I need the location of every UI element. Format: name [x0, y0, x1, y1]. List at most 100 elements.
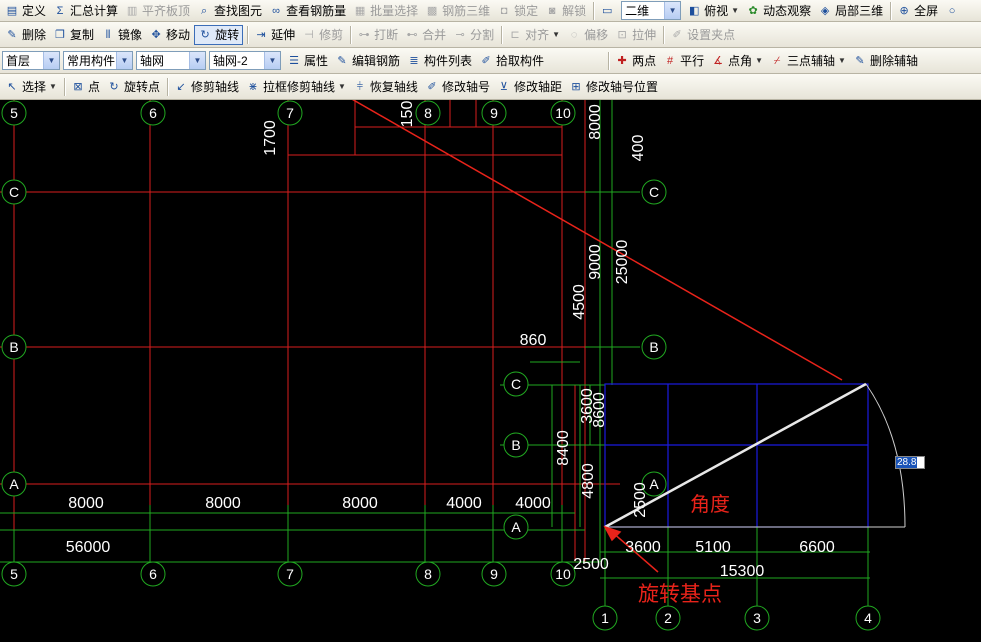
axis-label: 9 [490, 105, 498, 121]
dim-text: 1700 [262, 120, 279, 156]
separator [166, 77, 168, 96]
delete-button[interactable]: ✎ 删除 [2, 25, 49, 45]
search-button[interactable]: ○ [942, 1, 965, 21]
chevron-down-icon: ▼ [755, 56, 764, 65]
trim-axis-button[interactable]: ↙ 修剪轴线 [171, 77, 242, 97]
dim-text: 8600 [591, 392, 608, 428]
separator [63, 77, 65, 96]
dim-text: 8000 [587, 104, 604, 140]
align-slab-button[interactable]: ▥ 平齐板顶 [122, 1, 193, 21]
move-button[interactable]: ✥ 移动 [146, 25, 193, 45]
find-icon: ⌕ [200, 4, 208, 17]
two-point-axis-button[interactable]: ✚ 两点 [612, 51, 659, 71]
dim-text: 6600 [799, 539, 835, 556]
trim-axis-icon: ↙ [176, 80, 186, 93]
offset-button[interactable]: ◌ 偏移 [564, 25, 611, 45]
col-label: 1 [601, 610, 609, 626]
rotation-preview [604, 382, 906, 529]
dim-text: 4000 [446, 495, 482, 512]
parallel-icon: # [667, 54, 674, 67]
parallel-axis-button[interactable]: # 平行 [660, 51, 707, 71]
view-mode-icon: ▭ [601, 4, 613, 17]
edit-rebar-icon: ✎ [337, 54, 347, 67]
top-view-button[interactable]: ◧ 俯视 ▼ [684, 1, 742, 21]
cad-drawing[interactable]: 5 6 7 8 9 10 5 6 7 8 9 10 C B A C B C B … [0, 100, 981, 642]
dim-text: 2500 [573, 556, 609, 573]
edit-axis-spacing-icon: ⊻ [499, 80, 508, 93]
lock-icon: ◘ [500, 4, 508, 17]
batch-select-button[interactable]: ▦ 批量选择 [350, 1, 421, 21]
property-icon: ☰ [289, 54, 299, 67]
set-grip-button[interactable]: ✐ 设置夹点 [667, 25, 738, 45]
drawing-canvas[interactable]: 5 6 7 8 9 10 5 6 7 8 9 10 C B A C B C B … [0, 100, 981, 642]
orbit-button[interactable]: ✿ 动态观察 [743, 1, 814, 21]
rebar-3d-button[interactable]: ▩ 钢筋三维 [422, 1, 493, 21]
box-trim-axis-icon: ⋇ [248, 80, 258, 93]
row-label: A [649, 476, 659, 492]
trim-icon: ⊣ [304, 28, 314, 41]
type-select[interactable]: 轴网 ▼ [136, 51, 206, 70]
vertical-dimension-texts: 1700 150 8000 400 9000 25000 4500 3600 8… [262, 101, 649, 518]
lock-button[interactable]: ◘ 锁定 [494, 1, 541, 21]
instance-select[interactable]: 轴网-2 ▼ [209, 51, 281, 70]
separator [350, 25, 352, 44]
stretch-button[interactable]: ⊡ 拉伸 [612, 25, 659, 45]
chevron-down-icon: ▼ [838, 56, 846, 65]
rotate-point-button[interactable]: ↻ 旋转点 [104, 77, 163, 97]
component-list-button[interactable]: ≣ 构件列表 [404, 51, 475, 71]
property-button[interactable]: ☰ 属性 [284, 51, 331, 71]
mirror-button[interactable]: ⫴ 镜像 [98, 25, 145, 45]
find-element-button[interactable]: ⌕ 查找图元 [194, 1, 265, 21]
batch-select-icon: ▦ [354, 4, 366, 17]
align-button[interactable]: ⊏ 对齐 ▼ [505, 25, 563, 45]
axis-number-position-button[interactable]: ⊞ 修改轴号位置 [566, 77, 661, 97]
pick-component-button[interactable]: ✐ 拾取构件 [476, 51, 547, 71]
row-labels: C B A C B C B A A 1 2 3 4 [9, 184, 872, 626]
separator [247, 25, 249, 44]
edit-axis-spacing-button[interactable]: ⊻ 修改轴距 [494, 77, 565, 97]
unlock-button[interactable]: ◙ 解锁 [542, 1, 589, 21]
view-rebar-button[interactable]: ∞ 查看钢筋量 [266, 1, 349, 21]
point-angle-button[interactable]: ∡ 点角 ▼ [708, 51, 766, 71]
dim-text: 8000 [68, 495, 104, 512]
view-mode-select[interactable]: 二维 ▼ [621, 1, 682, 20]
dim-text: 2500 [632, 482, 649, 518]
dim-text: 4000 [515, 495, 551, 512]
select-button[interactable]: ↖ 选择 ▼ [2, 77, 60, 97]
dim-text: 8400 [555, 430, 572, 466]
delete-axis-button[interactable]: ✎ 删除辅轴 [850, 51, 921, 71]
define-button[interactable]: ▤ 定义 [2, 1, 49, 21]
point-button[interactable]: ⊠ 点 [68, 77, 103, 97]
extend-button[interactable]: ⇥ 延伸 [251, 25, 298, 45]
merge-button[interactable]: ⊷ 合并 [402, 25, 449, 45]
split-button[interactable]: ⊸ 分割 [450, 25, 497, 45]
angle-input[interactable]: 28.8 [895, 456, 925, 469]
category-select[interactable]: 常用构件 ▼ [63, 51, 133, 70]
restore-axis-button[interactable]: ⫩ 恢复轴线 [350, 77, 421, 97]
dim-text: 25000 [614, 240, 631, 285]
fullscreen-icon: ⊕ [899, 4, 909, 17]
trim-button[interactable]: ⊣ 修剪 [299, 25, 346, 45]
dim-text: 8000 [205, 495, 241, 512]
three-point-axis-button[interactable]: ⌿ 三点辅轴 ▼ [767, 51, 849, 71]
toolbar-main: ▤ 定义 Σ 汇总计算 ▥ 平齐板顶 ⌕ 查找图元 ∞ 查看钢筋量 ▦ 批量选择 ▩ 钢筋三维… [0, 0, 981, 22]
floor-select[interactable]: 首层 ▼ [2, 51, 60, 70]
fullscreen-button[interactable]: ⊕ 全屏 [894, 1, 941, 21]
view-mode-button[interactable]: ▭ [597, 1, 620, 21]
box-trim-axis-button[interactable]: ⋇ 拉框修剪轴线 ▼ [243, 77, 349, 97]
copy-icon: ❐ [55, 28, 65, 41]
rotate-button[interactable]: ↻ 旋转 [194, 24, 244, 45]
local-3d-button[interactable]: ◈ 局部三维 [815, 1, 886, 21]
base-point-annotation: 旋转基点 [638, 582, 722, 606]
separator [501, 25, 503, 44]
rotate-point-icon: ↻ [109, 80, 119, 93]
dim-text: 5100 [695, 539, 731, 556]
break-button[interactable]: ⊶ 打断 [354, 25, 401, 45]
edit-rebar-button[interactable]: ✎ 编辑钢筋 [332, 51, 403, 71]
copy-button[interactable]: ❐ 复制 [50, 25, 97, 45]
edit-axis-number-button[interactable]: ✐ 修改轴号 [422, 77, 493, 97]
row-label: B [511, 437, 520, 453]
delete-axis-icon: ✎ [855, 54, 865, 67]
summary-calc-button[interactable]: Σ 汇总计算 [50, 1, 121, 21]
grip-icon: ✐ [672, 28, 682, 41]
